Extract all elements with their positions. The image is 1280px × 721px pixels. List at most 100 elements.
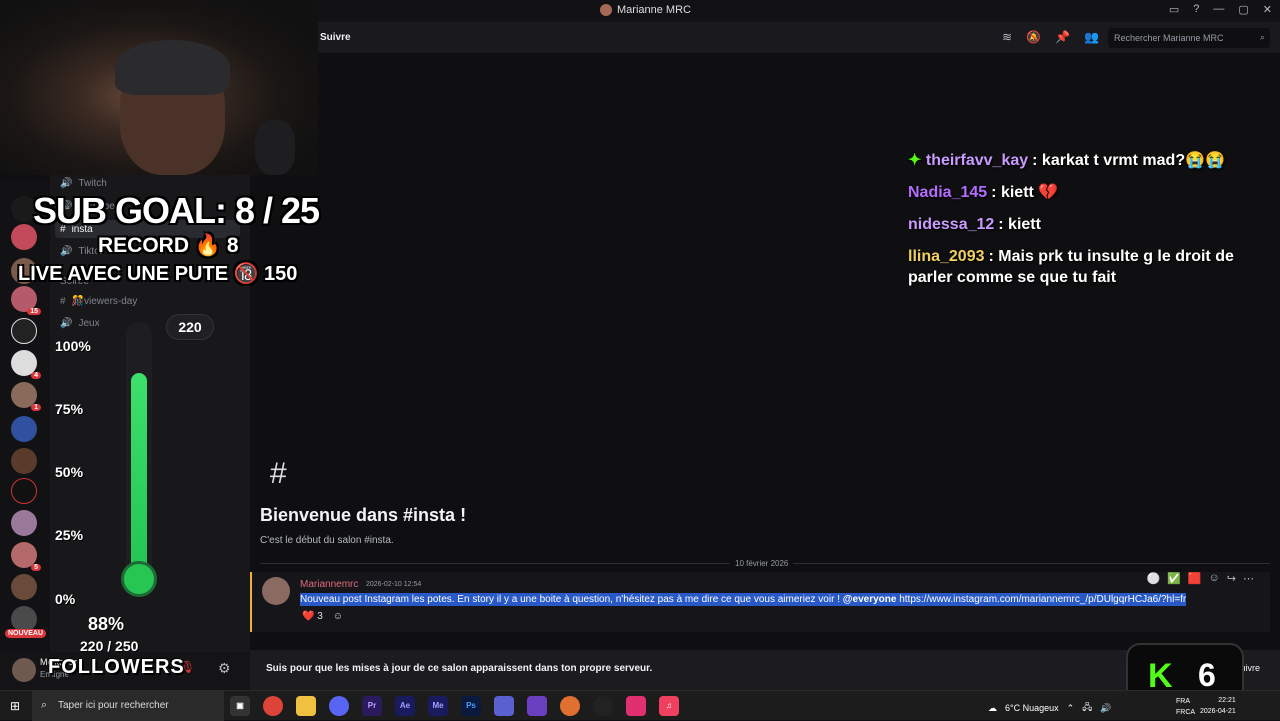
tray-chevron-icon[interactable]: ⌃ xyxy=(1067,703,1075,714)
webcam-feed xyxy=(0,0,318,175)
after-effects-icon[interactable]: Ae xyxy=(395,696,415,716)
gauge-tick-25: 25% xyxy=(55,527,84,543)
server-icon[interactable] xyxy=(11,574,37,600)
proton-vpn-icon[interactable] xyxy=(494,696,514,716)
task-view-icon[interactable]: ▣ xyxy=(230,696,250,716)
volume-icon[interactable]: 🔊 xyxy=(1100,703,1111,714)
file-explorer-icon[interactable] xyxy=(296,696,316,716)
window-controls: ▭ ? — ▢ ✕ xyxy=(1169,3,1272,16)
windows-start-icon[interactable]: ⊞ xyxy=(10,699,20,713)
chat-text: : karkat t vrmt mad?😭😭 xyxy=(1032,152,1225,169)
chat-text: : kiett xyxy=(998,216,1041,233)
fl-studio-icon[interactable] xyxy=(560,696,580,716)
chat-username: nidessa_12 xyxy=(908,216,995,233)
forward-icon[interactable]: ↪ xyxy=(1227,572,1236,585)
tiktok-icon[interactable] xyxy=(626,696,646,716)
add-reaction-icon[interactable]: ☺ xyxy=(1209,572,1220,585)
header-tools: ≋ 🔕 📌 👥 xyxy=(1002,30,1099,44)
gauge-tick-75: 75% xyxy=(55,401,84,417)
message-link[interactable]: https://www.instagram.com/mariannemrc_/p… xyxy=(896,594,1186,605)
search-input[interactable]: Rechercher Marianne MRC ⌕ xyxy=(1108,28,1270,48)
server-icon[interactable]: 4 xyxy=(11,350,41,379)
server-icon[interactable] xyxy=(11,510,37,536)
clock[interactable]: 22:21 2026-04-21 xyxy=(1200,695,1236,717)
unread-badge: 4 xyxy=(31,372,41,379)
media-encoder-icon[interactable]: Me xyxy=(428,696,448,716)
follower-gauge-value: 220 xyxy=(166,314,214,340)
message-timestamp: 2026-02-10 12:54 xyxy=(366,581,422,588)
close-button[interactable]: ✕ xyxy=(1263,3,1272,16)
discord-icon[interactable] xyxy=(329,696,349,716)
clock-date: 2026-04-21 xyxy=(1200,708,1236,715)
members-icon[interactable]: 👥 xyxy=(1084,30,1099,44)
window-title-text: Marianne MRC xyxy=(617,4,691,16)
gauge-tick-50: 50% xyxy=(55,464,84,480)
photoshop-icon[interactable]: Ps xyxy=(461,696,481,716)
gauge-tick-100: 100% xyxy=(55,338,91,354)
channel-viewers-day[interactable]: # 🎊viewers-day xyxy=(60,296,137,307)
follower-gauge-fill xyxy=(131,373,147,580)
taskbar-search[interactable]: ⌕ Taper ici pour rechercher xyxy=(32,691,224,721)
more-icon[interactable]: ⋯ xyxy=(1243,572,1254,585)
threads-icon[interactable]: ≋ xyxy=(1002,30,1012,44)
add-reaction-icon[interactable]: ☺ xyxy=(333,611,343,622)
message-author[interactable]: Mariannemrc xyxy=(300,579,358,590)
followers-label: FOLLOWERS xyxy=(48,656,185,678)
channel-label: Twitch xyxy=(78,178,107,189)
reaction-count: 3 xyxy=(317,611,323,622)
stream-chat-overlay: ✦ theirfavv_kay: karkat t vrmt mad?😭😭 Na… xyxy=(908,150,1260,299)
new-badge: NOUVEAU xyxy=(5,629,47,638)
server-icon[interactable] xyxy=(11,478,37,504)
taskbar-apps: ▣ Pr Ae Me Ps ♫ xyxy=(230,696,679,716)
inbox-icon[interactable]: ▭ xyxy=(1169,3,1179,16)
gear-icon[interactable]: ⚙ xyxy=(218,660,231,677)
server-icon[interactable]: 15 xyxy=(11,286,41,315)
unread-badge: 15 xyxy=(27,308,41,315)
weather-text[interactable]: 6°C Nuageux xyxy=(1005,703,1059,713)
white-circle-reaction[interactable]: ⚪ xyxy=(1146,572,1160,585)
speaker-icon: 🔊 xyxy=(60,246,73,257)
server-icon[interactable] xyxy=(11,416,37,442)
music-icon[interactable]: ♫ xyxy=(659,696,679,716)
author-avatar[interactable] xyxy=(262,577,290,605)
language-indicator[interactable]: FRA FRCA xyxy=(1176,696,1195,718)
channel-hash-icon: # xyxy=(270,457,287,490)
message[interactable]: Mariannemrc 2026-02-10 12:54 Nouveau pos… xyxy=(250,572,1270,632)
search-icon: ⌕ xyxy=(1259,32,1265,42)
check-reaction[interactable]: ✅ xyxy=(1167,572,1181,585)
shield-icon[interactable] xyxy=(527,696,547,716)
chrome-icon[interactable] xyxy=(263,696,283,716)
follow-button[interactable]: Suivre xyxy=(320,32,351,43)
chat-prefix: ✦ xyxy=(908,152,922,169)
gauge-percent: 88% xyxy=(88,614,125,634)
pin-icon[interactable]: 📌 xyxy=(1055,30,1070,44)
user-avatar[interactable] xyxy=(12,658,36,682)
red-square-reaction[interactable]: 🟥 xyxy=(1188,572,1202,585)
server-icon[interactable] xyxy=(11,448,37,474)
hash-icon: # xyxy=(60,296,66,307)
mention-everyone[interactable]: @everyone xyxy=(843,594,897,605)
server-icon[interactable]: 1 xyxy=(11,382,41,411)
window-title: Marianne MRC xyxy=(600,4,691,16)
chat-username: Nadia_145 xyxy=(908,184,988,201)
clock-time: 22:21 xyxy=(1218,697,1236,704)
obs-icon[interactable] xyxy=(593,696,613,716)
channel-twitch[interactable]: 🔊 Twitch xyxy=(60,178,107,189)
minimize-button[interactable]: — xyxy=(1213,3,1224,16)
maximize-button[interactable]: ▢ xyxy=(1238,3,1248,16)
network-icon[interactable]: 🖧 xyxy=(1082,700,1092,716)
chat-line: llina_2093: Mais prk tu insulte g le dro… xyxy=(908,246,1260,288)
record-text: RECORD 🔥 8 xyxy=(98,234,239,257)
premiere-icon[interactable]: Pr xyxy=(362,696,382,716)
server-icon[interactable]: 5 xyxy=(11,542,41,571)
help-icon[interactable]: ? xyxy=(1193,3,1199,16)
chat-line: Nadia_145: kiett 💔 xyxy=(908,182,1260,203)
channel-jeux[interactable]: 🔊 Jeux xyxy=(60,318,100,329)
notifications-muted-icon[interactable]: 🔕 xyxy=(1026,30,1041,44)
heart-reaction[interactable]: ❤️ 3 xyxy=(302,611,323,622)
microphone xyxy=(255,120,295,175)
server-rail: 15 4 1 5 xyxy=(0,180,50,690)
server-icon[interactable] xyxy=(11,318,37,344)
welcome-subtitle: C'est le début du salon #insta. xyxy=(260,535,394,546)
message-toolbar: ⚪ ✅ 🟥 ☺ ↪ ⋯ xyxy=(1146,572,1254,585)
